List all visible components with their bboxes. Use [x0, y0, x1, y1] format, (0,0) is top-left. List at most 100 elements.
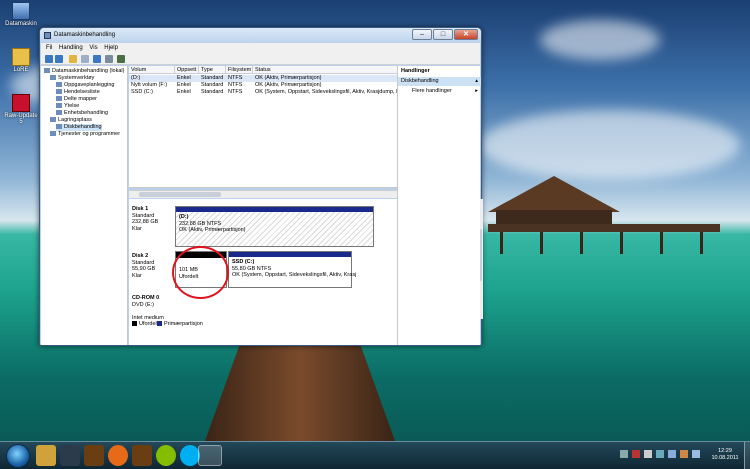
- disk-size: 232,88 GB: [132, 219, 159, 225]
- actions-section-disk-management[interactable]: Diskbehandling ▴: [398, 77, 481, 86]
- wow-icon[interactable]: [84, 445, 104, 466]
- disk-1-label[interactable]: Disk 1 Standard 232,88 GB Klar: [132, 206, 158, 232]
- more-actions-item[interactable]: Flere handlinger ▸: [398, 87, 481, 96]
- minimize-button[interactable]: –: [412, 29, 432, 40]
- tree-item[interactable]: Delte mapper: [56, 96, 97, 103]
- desktop-icon-label: Raw-Update 5: [4, 113, 38, 125]
- column-header-type[interactable]: Type: [199, 66, 226, 74]
- tray-volume-icon[interactable]: [668, 450, 676, 458]
- computer-management-icon[interactable]: [198, 445, 222, 466]
- tray-app-icon[interactable]: [632, 450, 640, 458]
- computer-management-window[interactable]: Datamaskinbehandling – □ ✕ Fil Handling …: [39, 27, 483, 346]
- primary-partition-bar: [229, 252, 351, 257]
- disk-type: DVD (E:): [132, 301, 154, 308]
- desktop-icon-app[interactable]: Raw-Update 5: [2, 94, 40, 125]
- volume-type: Standard: [201, 75, 224, 81]
- partition-ssd-c[interactable]: SSD (C:) 55,80 GB NTFS OK (System, Oppst…: [228, 251, 356, 288]
- show-desktop-button[interactable]: [744, 442, 750, 469]
- legend-label: Ufordelt: [139, 321, 159, 327]
- tray-flag-icon[interactable]: [644, 450, 652, 458]
- console-tree-icon[interactable]: [105, 55, 113, 63]
- volume-type: Standard: [201, 82, 224, 88]
- volume-list[interactable]: Volum Oppsett Type Filsystem Status (D:)…: [129, 66, 397, 188]
- explorer-icon[interactable]: [36, 445, 56, 466]
- tray-monitor-icon[interactable]: [692, 450, 700, 458]
- tree-item[interactable]: Ytelse: [56, 103, 79, 110]
- firefox-icon[interactable]: [108, 445, 128, 466]
- column-header-volume[interactable]: Volum: [129, 66, 175, 74]
- close-button[interactable]: ✕: [454, 29, 478, 40]
- tree-item[interactable]: Oppgaveplanlegging: [56, 82, 114, 89]
- volume-row[interactable]: SSD (C:) Enkel Standard NTFS OK (System,…: [129, 89, 397, 96]
- partition-text: SSD (C:) 55,80 GB NTFS OK (System, Oppst…: [232, 259, 356, 279]
- tray-network-icon[interactable]: [656, 450, 664, 458]
- pile: [620, 232, 623, 254]
- desktop-icon-computer[interactable]: Datamaskin: [2, 2, 40, 27]
- menu-file[interactable]: Fil: [46, 43, 52, 53]
- back-icon[interactable]: [45, 55, 53, 63]
- menu-action[interactable]: Handling: [59, 43, 83, 53]
- tree-item[interactable]: Enhetsbehandling: [56, 110, 108, 117]
- tree-item[interactable]: Tjenester og programmer: [50, 131, 120, 138]
- help-icon[interactable]: [93, 55, 101, 63]
- cdrom-media: Intet medium: [132, 314, 164, 321]
- volume-row[interactable]: (D:) Enkel Standard NTFS OK (Aktiv, Prim…: [129, 75, 397, 82]
- tree-item-label: Oppgaveplanlegging: [64, 82, 115, 88]
- start-button[interactable]: [6, 444, 30, 468]
- up-folder-icon[interactable]: [69, 55, 77, 63]
- column-header-status[interactable]: Status: [253, 66, 397, 74]
- toolbar: [41, 53, 480, 65]
- title-bar[interactable]: Datamaskinbehandling – □ ✕: [40, 28, 481, 43]
- tree-item-label: Systemverktøy: [58, 75, 95, 81]
- settings-icon[interactable]: [117, 55, 125, 63]
- cdrom-label[interactable]: CD-ROM 0 DVD (E:) Intet medium: [132, 295, 164, 321]
- skype-icon[interactable]: [180, 445, 200, 466]
- pile: [500, 232, 503, 254]
- menu-view[interactable]: Vis: [89, 43, 97, 53]
- desktop-icon-folder[interactable]: LoRE: [2, 48, 40, 73]
- volume-layout: Enkel: [177, 89, 191, 95]
- tree-item-disk-management[interactable]: Diskbehandling: [56, 124, 102, 131]
- maximize-button[interactable]: □: [433, 29, 453, 40]
- folder-icon: [12, 48, 30, 66]
- app-icon: [44, 32, 51, 39]
- column-header-filesystem[interactable]: Filsystem: [226, 66, 253, 74]
- desktop-icon-label: LoRE: [13, 67, 29, 73]
- partition-size: 55,80 GB NTFS: [232, 265, 272, 272]
- horizontal-scrollbar[interactable]: [129, 190, 397, 198]
- tree-item[interactable]: Lagringsplass: [50, 117, 92, 124]
- clock[interactable]: 12:29 10.08.2011: [710, 448, 740, 462]
- wooden-dock: [205, 346, 395, 441]
- forward-icon[interactable]: [55, 55, 63, 63]
- tree-item-label: Ytelse: [64, 103, 80, 109]
- wow2-icon[interactable]: [132, 445, 152, 466]
- partition-status: OK (Aktiv, Primærpartisjon): [179, 227, 246, 233]
- tray-arrow-icon[interactable]: [620, 450, 628, 458]
- cloud: [540, 20, 660, 60]
- properties-icon[interactable]: [81, 55, 89, 63]
- scrollbar-thumb[interactable]: [139, 192, 221, 197]
- partition-d[interactable]: (D:) 232,88 GB NTFS OK (Aktiv, Primærpar…: [175, 206, 374, 247]
- tree-item[interactable]: Datamaskinbehandling (lokal): [44, 68, 124, 75]
- column-header-layout[interactable]: Oppsett: [175, 66, 199, 74]
- volume-row[interactable]: Nytt volum (F:) Enkel Standard NTFS OK (…: [129, 82, 397, 89]
- disk-name: Disk 2: [132, 253, 149, 259]
- legend-swatch: [132, 321, 137, 326]
- disk-graphical-view[interactable]: Disk 1 Standard 232,88 GB Klar (D:) 232,…: [129, 199, 483, 345]
- menu-help[interactable]: Hjelp: [104, 43, 118, 53]
- disk-2-label[interactable]: Disk 2 Standard 55,90 GB Klar: [132, 253, 155, 279]
- spotify-icon[interactable]: [156, 445, 176, 466]
- disk-type: Standard: [132, 212, 155, 219]
- console-tree[interactable]: Datamaskinbehandling (lokal) Systemverkt…: [41, 66, 128, 345]
- tray-speaker-icon[interactable]: [680, 450, 688, 458]
- tree-item-label: Lagringsplass: [58, 117, 92, 123]
- volume-filesystem: NTFS: [228, 82, 243, 88]
- tree-item[interactable]: Systemverktøy: [50, 75, 94, 82]
- tree-item-label: Datamaskinbehandling (lokal): [52, 68, 125, 74]
- collapse-icon[interactable]: ▴: [475, 77, 478, 86]
- taskbar: 12:29 10.08.2011: [0, 441, 750, 469]
- legend-primary: Primærpartisjon: [157, 321, 203, 327]
- tree-item[interactable]: Hendelsesliste: [56, 89, 100, 96]
- volume-filesystem: NTFS: [228, 89, 243, 95]
- steam-icon[interactable]: [60, 445, 80, 466]
